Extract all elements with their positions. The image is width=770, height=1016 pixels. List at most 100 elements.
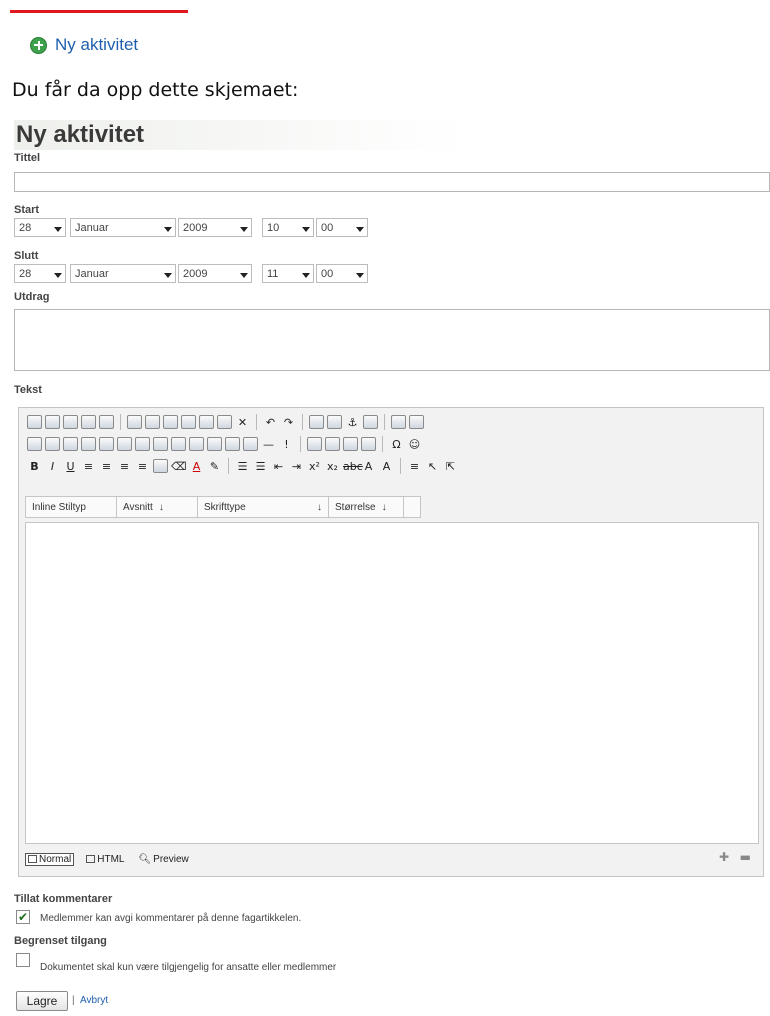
inline-style-dropdown[interactable]: Inline Stiltyp [26, 497, 117, 517]
end-year-select[interactable]: 2009 [178, 264, 252, 283]
resize-shrink-icon[interactable]: ▬ [740, 850, 751, 864]
new-activity-button[interactable]: Ny aktivitet [30, 34, 138, 56]
italic-icon[interactable]: I [45, 460, 60, 473]
undo-icon[interactable]: ↶ [263, 416, 278, 429]
chevron-down-icon [54, 227, 62, 232]
arrow-down-icon: ↓ [381, 501, 387, 513]
print-icon[interactable] [27, 415, 42, 429]
title-input[interactable] [14, 172, 770, 192]
toolbar-separator [300, 436, 301, 452]
redo-icon[interactable]: ↷ [281, 416, 296, 429]
end-minute-select[interactable]: 00 [316, 264, 368, 283]
font-dropdown[interactable]: Skrifttype ↓ [198, 497, 329, 517]
insert-media-icon[interactable] [343, 437, 358, 451]
find-icon[interactable] [63, 415, 78, 429]
restricted-checkbox-text: Dokumentet skal kun være tilgjengelig fo… [40, 962, 337, 973]
row-props-icon[interactable] [225, 437, 240, 451]
ordered-list-icon[interactable]: ☰ [235, 460, 250, 473]
font-shrink-icon[interactable]: A [379, 460, 394, 473]
row-above-icon[interactable] [45, 437, 60, 451]
cell-props-icon[interactable] [207, 437, 222, 451]
start-day-select[interactable]: 28 [14, 218, 66, 237]
indent-icon[interactable]: ⇥ [289, 460, 304, 473]
paste-text-icon[interactable] [181, 415, 196, 429]
insert-form-icon[interactable] [325, 437, 340, 451]
comments-checkbox-text: Medlemmer kan avgi kommentarer på denne … [40, 913, 302, 924]
mode-html-tab[interactable]: HTML [84, 854, 126, 865]
end-hour-select[interactable]: 11 [262, 264, 314, 283]
excerpt-textarea[interactable] [14, 309, 770, 371]
insert-table-icon[interactable] [27, 437, 42, 451]
pdf-icon[interactable] [409, 415, 424, 429]
save-button[interactable]: Lagre [16, 991, 68, 1011]
link-icon[interactable] [309, 415, 324, 429]
start-hour-select[interactable]: 10 [262, 218, 314, 237]
end-month-select[interactable]: Januar [70, 264, 176, 283]
table-props-icon[interactable] [189, 437, 204, 451]
special-icon[interactable]: ! [279, 438, 294, 451]
horizontal-rule-icon[interactable]: — [261, 438, 276, 451]
smiley-icon[interactable]: ☺ [407, 438, 422, 451]
cursor-icon[interactable]: ↖ [425, 460, 440, 473]
normal-mode-icon [28, 855, 37, 863]
eraser-icon[interactable]: ⌫ [171, 460, 187, 473]
start-minute-select[interactable]: 00 [316, 218, 368, 237]
copy-icon[interactable] [145, 415, 160, 429]
size-dropdown[interactable]: Størrelse ↓ [329, 497, 404, 517]
cancel-link[interactable]: Avbryt [80, 995, 108, 1006]
align-right-icon[interactable]: ≡ [117, 460, 132, 473]
unordered-list-icon[interactable]: ☰ [253, 460, 268, 473]
font-color-icon[interactable]: A [189, 460, 204, 473]
paste-html-icon[interactable] [217, 415, 232, 429]
col-left-icon[interactable] [99, 437, 114, 451]
spellcheck-icon[interactable] [99, 415, 114, 429]
omega-icon[interactable]: Ω [389, 438, 404, 451]
format-icon[interactable] [153, 459, 168, 473]
editor-content-area[interactable] [25, 522, 759, 844]
bold-icon[interactable]: B [27, 460, 42, 473]
highlight-icon[interactable]: ✎ [207, 460, 222, 473]
comments-checkbox[interactable]: ✔ [16, 910, 30, 924]
select-icon[interactable]: ⇱ [443, 460, 458, 473]
paste-word-icon[interactable] [199, 415, 214, 429]
col-props-icon[interactable] [243, 437, 258, 451]
merge-cells-icon[interactable] [153, 437, 168, 451]
end-day-value: 28 [19, 267, 32, 280]
delete-row-icon[interactable] [81, 437, 96, 451]
end-day-select[interactable]: 28 [14, 264, 66, 283]
row-below-icon[interactable] [63, 437, 78, 451]
title-label: Tittel [14, 152, 41, 164]
delete-icon[interactable]: ✕ [235, 416, 250, 429]
outdent-icon[interactable]: ⇤ [271, 460, 286, 473]
mode-normal-tab[interactable]: Normal [25, 852, 75, 866]
subscript-icon[interactable]: x₂ [325, 460, 340, 473]
preview-icon[interactable] [45, 415, 60, 429]
strikethrough-icon[interactable]: abc [343, 460, 363, 473]
split-cells-icon[interactable] [171, 437, 186, 451]
restricted-checkbox[interactable] [16, 953, 30, 967]
underline-icon[interactable]: U [63, 460, 78, 473]
justify-icon[interactable]: ≡ [135, 460, 150, 473]
paragraph-icon[interactable]: ≡ [407, 460, 422, 473]
cut-icon[interactable] [127, 415, 142, 429]
align-left-icon[interactable]: ≡ [81, 460, 96, 473]
mode-preview-tab[interactable]: 🔍︎ Preview [136, 854, 190, 865]
align-center-icon[interactable]: ≡ [99, 460, 114, 473]
insert-date-icon[interactable] [361, 437, 376, 451]
unlink-icon[interactable] [327, 415, 342, 429]
html-mode-icon [86, 855, 96, 863]
anchor-icon[interactable]: ⚓ [345, 416, 360, 429]
flash-icon[interactable] [363, 415, 378, 429]
font-grow-icon[interactable]: A [361, 460, 376, 473]
delete-col-icon[interactable] [135, 437, 150, 451]
col-right-icon[interactable] [117, 437, 132, 451]
resize-grow-icon[interactable]: ✚ [719, 850, 729, 864]
insert-image-icon[interactable] [307, 437, 322, 451]
superscript-icon[interactable]: x² [307, 460, 322, 473]
start-month-select[interactable]: Januar [70, 218, 176, 237]
paste-icon[interactable] [163, 415, 178, 429]
start-year-select[interactable]: 2009 [178, 218, 252, 237]
paragraph-dropdown[interactable]: Avsnitt ↓ [117, 497, 198, 517]
replace-icon[interactable] [81, 415, 96, 429]
edit-image-icon[interactable] [391, 415, 406, 429]
